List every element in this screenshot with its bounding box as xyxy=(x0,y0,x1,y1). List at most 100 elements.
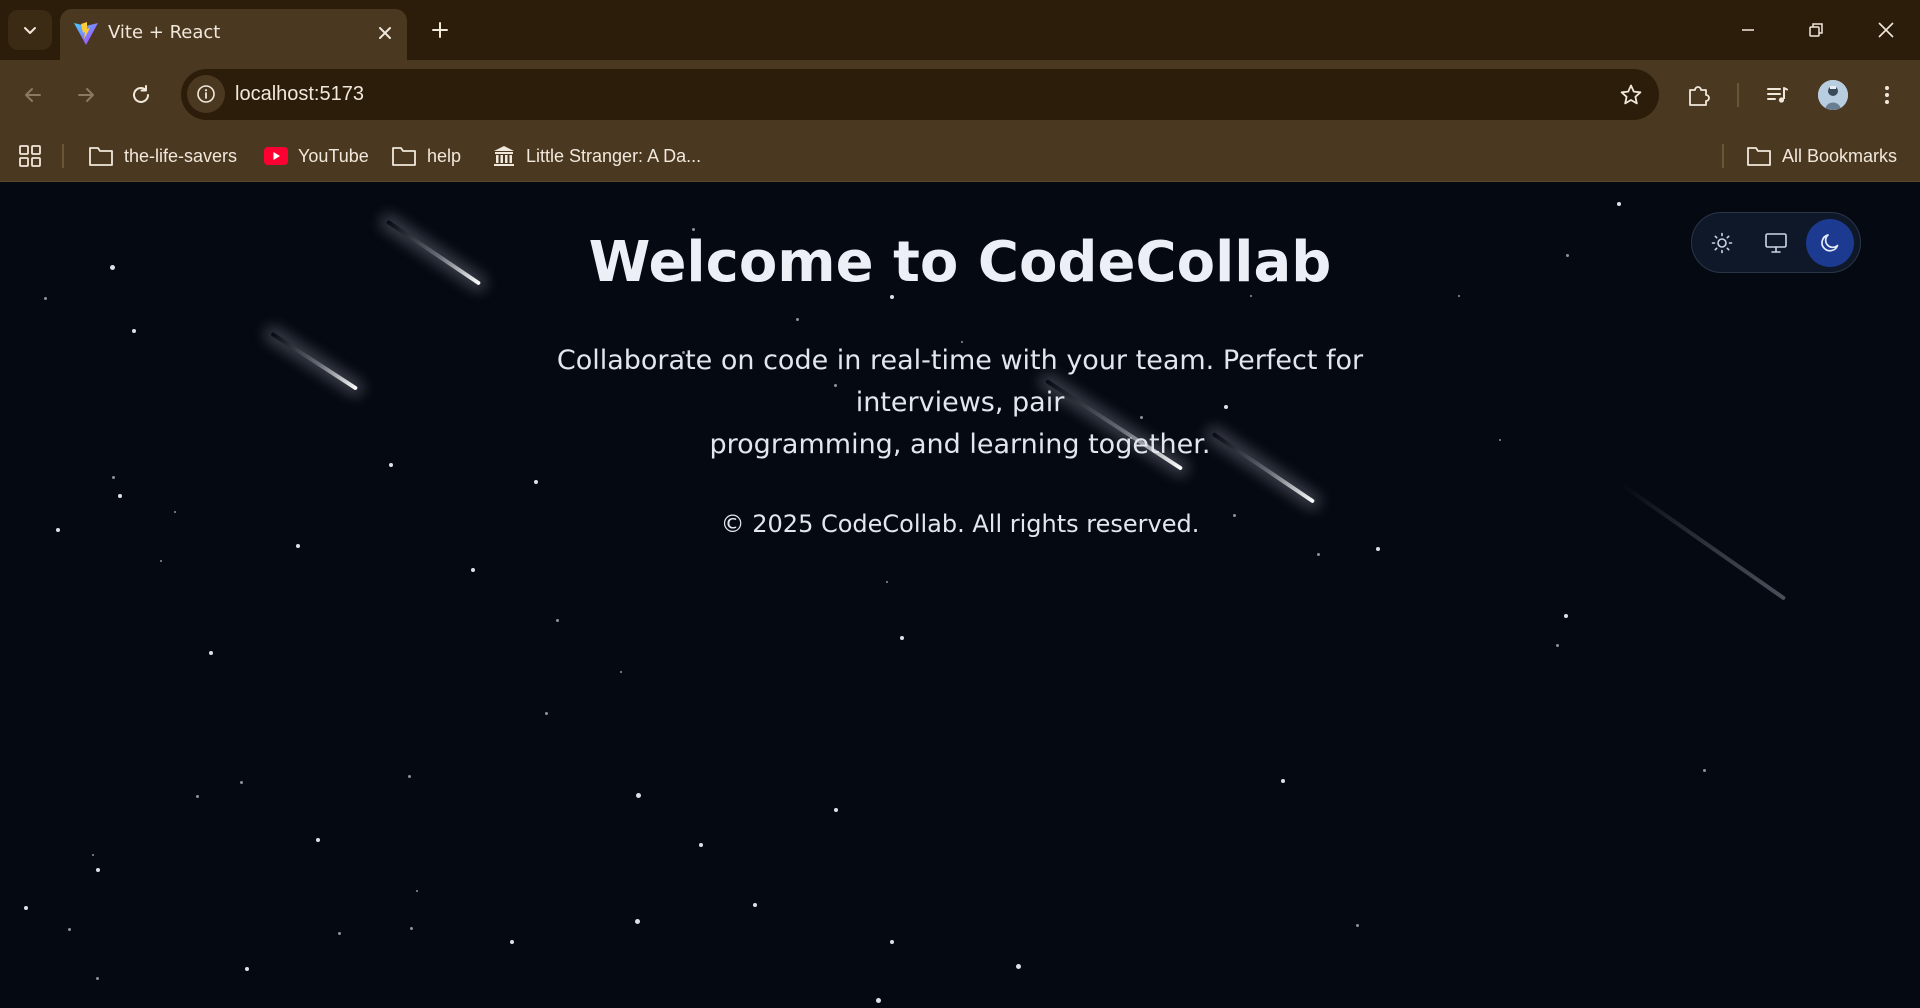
bookmarks-bar: the-life-savers YouTube help Little Stra… xyxy=(0,130,1920,182)
star-dot xyxy=(1617,202,1621,206)
star-dot xyxy=(296,544,300,548)
shooting-star xyxy=(270,331,359,391)
bookmark-help[interactable]: help xyxy=(391,142,461,170)
page-title: Welcome to CodeCollab xyxy=(588,230,1332,295)
tab-strip: Vite + React xyxy=(0,0,1920,60)
star-dot xyxy=(876,998,881,1003)
site-info-button[interactable] xyxy=(187,75,225,113)
plus-icon xyxy=(432,22,448,38)
star-dot xyxy=(245,967,249,971)
star-dot xyxy=(240,781,243,784)
star-dot xyxy=(338,932,341,935)
bookmark-star-button[interactable] xyxy=(1617,81,1645,109)
media-control-button[interactable] xyxy=(1756,74,1798,116)
close-window-button[interactable] xyxy=(1862,8,1910,52)
browser-menu-button[interactable] xyxy=(1866,74,1908,116)
bookmarks-divider xyxy=(62,144,64,168)
bookmark-youtube[interactable]: YouTube xyxy=(264,142,369,170)
starfield-page: Welcome to CodeCollab Collaborate on cod… xyxy=(0,182,1920,1008)
all-bookmarks-button[interactable]: All Bookmarks xyxy=(1746,142,1897,170)
star-dot xyxy=(132,329,136,333)
star-dot xyxy=(160,560,162,562)
star-dot xyxy=(316,838,320,842)
star-dot xyxy=(636,793,641,798)
minimize-icon xyxy=(1742,29,1754,31)
tab-close-button[interactable] xyxy=(373,21,397,45)
folder-icon xyxy=(392,147,416,166)
tab-title: Vite + React xyxy=(108,22,221,43)
star-dot xyxy=(1250,295,1252,297)
shooting-star xyxy=(1620,482,1787,601)
star-icon xyxy=(1620,84,1642,105)
close-icon xyxy=(379,27,391,39)
chevron-down-icon xyxy=(24,27,36,34)
copyright-footer: © 2025 CodeCollab. All rights reserved. xyxy=(720,510,1200,538)
star-dot xyxy=(24,906,28,910)
tab-search-button[interactable] xyxy=(8,10,52,50)
bookmark-label: Little Stranger: A Da... xyxy=(526,145,702,166)
bookmark-the-life-savers[interactable]: the-life-savers xyxy=(88,142,237,170)
folder-icon xyxy=(89,147,113,166)
restore-icon xyxy=(1809,23,1823,37)
reload-icon xyxy=(133,85,149,103)
apps-button[interactable] xyxy=(18,142,42,170)
star-dot xyxy=(1376,547,1380,551)
forward-button[interactable] xyxy=(65,74,107,116)
folder-icon xyxy=(1747,147,1771,166)
star-dot xyxy=(556,619,559,622)
more-vertical-icon xyxy=(1885,86,1889,104)
museum-icon xyxy=(494,146,514,166)
new-tab-button[interactable] xyxy=(422,12,458,48)
url-text: localhost:5173 xyxy=(235,83,364,105)
star-dot xyxy=(471,568,475,572)
star-dot xyxy=(1458,295,1460,297)
star-dot xyxy=(416,890,418,892)
address-bar[interactable]: localhost:5173 xyxy=(181,69,1659,120)
star-dot xyxy=(1356,924,1359,927)
star-dot xyxy=(112,476,115,479)
star-dot xyxy=(96,977,99,980)
back-button[interactable] xyxy=(12,74,54,116)
star-dot xyxy=(890,940,894,944)
puzzle-icon xyxy=(1689,86,1710,106)
vite-logo-icon xyxy=(74,22,98,45)
star-dot xyxy=(796,318,799,321)
star-dot xyxy=(620,671,622,673)
bookmark-little-stranger[interactable]: Little Stranger: A Da... xyxy=(492,142,701,170)
minimize-button[interactable] xyxy=(1724,8,1772,52)
star-dot xyxy=(890,295,894,299)
star-dot xyxy=(68,928,71,931)
apps-grid-icon xyxy=(19,145,41,167)
playlist-music-icon xyxy=(1767,87,1788,103)
star-dot xyxy=(699,843,703,847)
bookmark-label: help xyxy=(427,145,462,166)
youtube-icon xyxy=(264,147,288,165)
star-dot xyxy=(92,854,94,856)
star-dot xyxy=(886,581,888,583)
toolbar-divider xyxy=(1737,83,1739,107)
browser-tab[interactable]: Vite + React xyxy=(60,9,407,60)
profile-avatar[interactable] xyxy=(1818,80,1848,110)
browser-toolbar: localhost:5173 xyxy=(0,60,1920,130)
star-dot xyxy=(1317,553,1320,556)
star-dot xyxy=(1499,439,1501,441)
close-icon xyxy=(1878,22,1894,38)
extensions-button[interactable] xyxy=(1678,74,1720,116)
star-dot xyxy=(1556,644,1559,647)
reload-button[interactable] xyxy=(120,74,162,116)
star-dot xyxy=(753,903,757,907)
tagline: Collaborate on code in real-time with yo… xyxy=(500,340,1420,466)
tagline-line: Collaborate on code in real-time with yo… xyxy=(556,345,1364,418)
star-dot xyxy=(510,940,514,944)
star-dot xyxy=(44,297,47,300)
bookmarks-divider xyxy=(1722,144,1724,168)
star-dot xyxy=(534,480,538,484)
star-dot xyxy=(410,927,413,930)
bookmark-label: the-life-savers xyxy=(124,145,238,166)
tagline-line: programming, and learning together. xyxy=(709,429,1211,460)
star-dot xyxy=(209,651,213,655)
star-dot xyxy=(545,712,548,715)
info-icon xyxy=(197,85,215,103)
star-dot xyxy=(96,868,100,872)
restore-button[interactable] xyxy=(1792,8,1840,52)
